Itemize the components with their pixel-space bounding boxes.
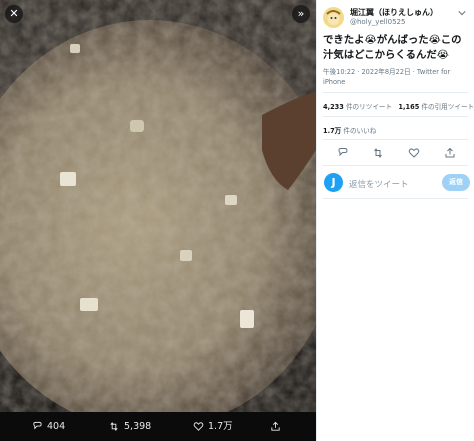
retweet-icon[interactable] (372, 147, 384, 159)
tweet-text: できたよ😭がんばった😭この汁気はどこからくるんだ😭 (323, 34, 462, 61)
quote-label: 件の引用ツイート (421, 103, 474, 111)
divider (323, 198, 468, 199)
retweet-icon (110, 422, 118, 431)
retweet-count: 5,398 (124, 421, 152, 432)
retweet-total[interactable]: 4,233 (323, 103, 344, 111)
retweet-button[interactable]: 5,398 (108, 419, 151, 435)
close-icon[interactable]: ✕ (5, 5, 23, 23)
media-action-bar: 404 5,398 1.7万 (0, 412, 316, 441)
avatar[interactable] (323, 7, 344, 28)
divider (323, 165, 468, 166)
likes-total: 1.7万 (323, 127, 342, 135)
like-button[interactable]: 1.7万 (193, 419, 233, 435)
heart-icon[interactable] (408, 147, 420, 159)
likes-label: 件のいいね (343, 127, 377, 135)
divider (323, 92, 468, 93)
share-icon (271, 421, 280, 431)
reply-icon (33, 421, 42, 430)
reply-submit-button[interactable]: 返信 (442, 174, 470, 191)
reply-icon[interactable] (337, 147, 349, 159)
reply-input[interactable]: 返信をツイート (349, 178, 409, 190)
tweet-stats: 4,233 件のリツイート 1,165 件の引用ツイート (323, 101, 474, 111)
like-count: 1.7万 (208, 421, 233, 432)
chevron-double-right-icon[interactable]: » (292, 5, 310, 23)
likes-stat[interactable]: 1.7万 件のいいね (323, 125, 376, 135)
tweet-panel: 堀江翼（ほりえしゅん） @holy_yell0525 できたよ😭がんばった😭この… (316, 0, 474, 441)
divider (323, 116, 468, 117)
media-viewer: ✕ » 404 5,398 1.7万 (0, 0, 316, 441)
food-photo[interactable] (0, 0, 316, 412)
display-name[interactable]: 堀江翼（ほりえしゅん） (350, 7, 438, 18)
reply-count: 404 (47, 421, 66, 432)
tweet-timestamp[interactable]: 午後10:22 · 2022年8月22日 · Twitter for iPhon… (323, 67, 471, 87)
user-handle[interactable]: @holy_yell0525 (350, 18, 405, 26)
divider (323, 139, 468, 140)
current-user-avatar: J (324, 173, 343, 192)
share-button[interactable] (270, 419, 285, 435)
reply-button[interactable]: 404 (32, 419, 65, 435)
quote-total[interactable]: 1,165 (398, 103, 419, 111)
heart-icon (193, 422, 204, 431)
chevron-down-icon[interactable] (458, 9, 466, 17)
retweet-label: 件のリツイート (345, 103, 393, 111)
share-icon[interactable] (444, 147, 456, 159)
